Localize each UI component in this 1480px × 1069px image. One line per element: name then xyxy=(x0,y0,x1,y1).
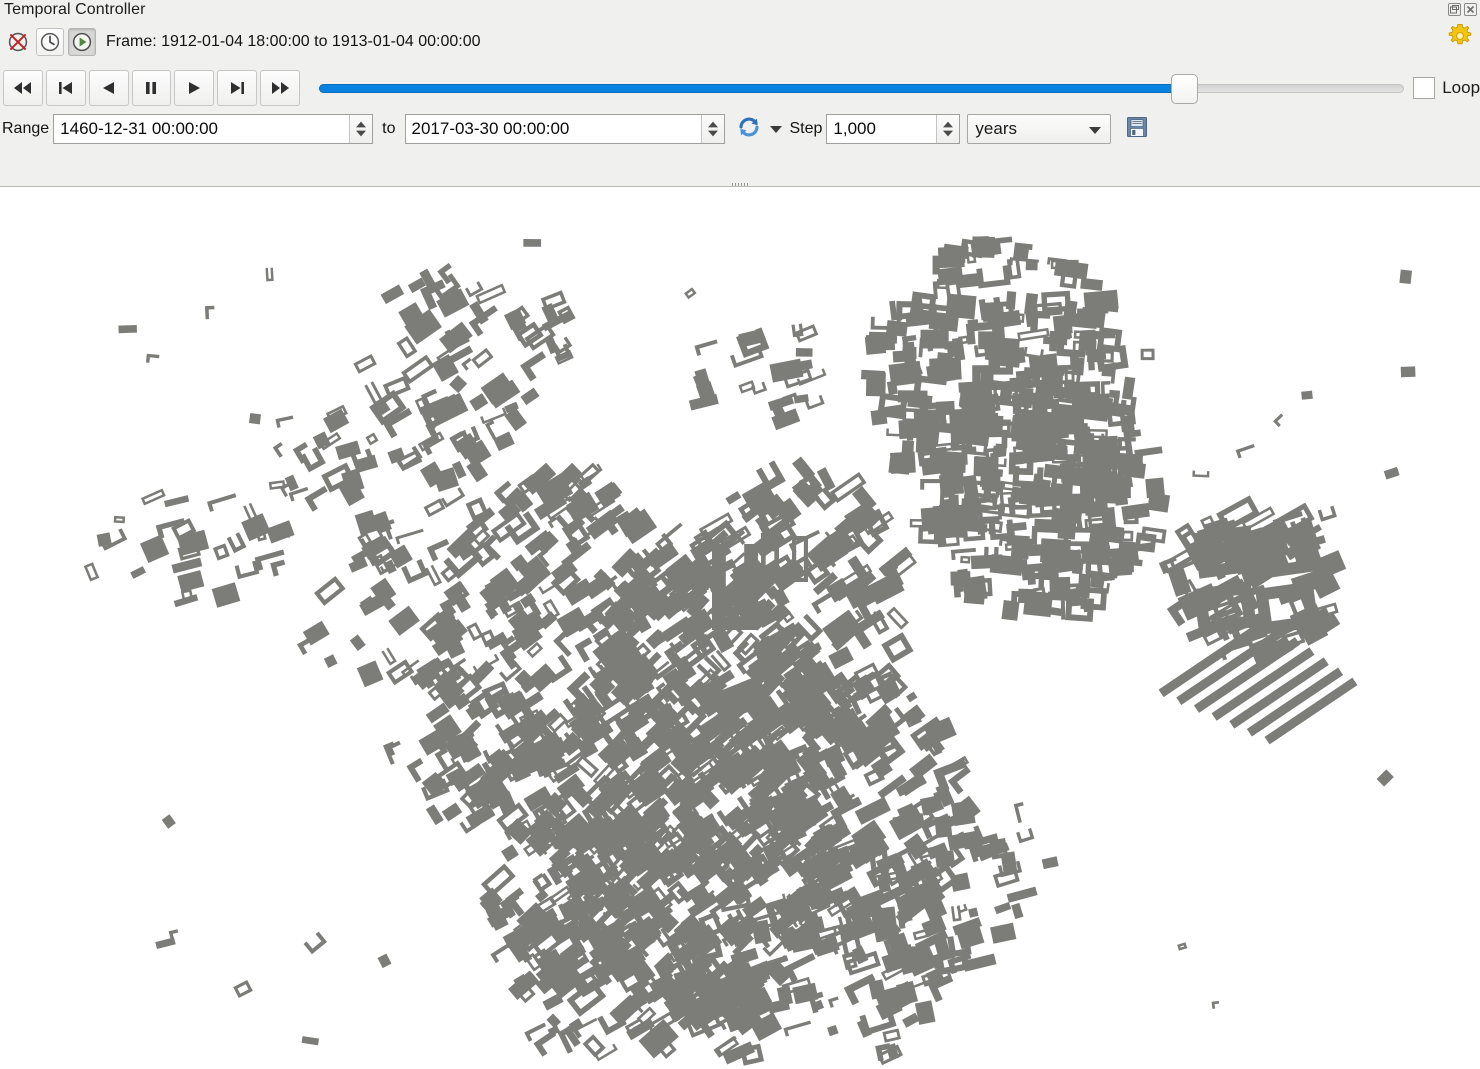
play-reverse-icon xyxy=(102,82,114,94)
step-unit-combobox[interactable]: years xyxy=(967,114,1112,144)
rewind-to-start-button[interactable] xyxy=(3,70,43,106)
loop-checkbox[interactable] xyxy=(1413,77,1436,99)
transport-row: Loop xyxy=(0,68,1480,108)
save-icon[interactable] xyxy=(1125,115,1149,143)
step-forward-icon xyxy=(231,82,245,94)
range-to-label: to xyxy=(382,120,396,137)
animated-range-button[interactable] xyxy=(68,28,96,56)
chevron-down-icon xyxy=(1089,127,1102,134)
map-canvas[interactable] xyxy=(0,187,1480,1069)
navigation-off-button[interactable] xyxy=(4,28,32,56)
time-slider-fill xyxy=(318,84,1181,93)
range-end-spinner[interactable] xyxy=(700,115,724,143)
pause-button[interactable] xyxy=(131,70,172,106)
time-slider[interactable] xyxy=(318,70,1404,106)
range-start-spinner[interactable] xyxy=(349,115,373,143)
range-row: Range 1460-12-31 00:00:00 to 2017-03-30 … xyxy=(0,112,1480,146)
skip-start-icon xyxy=(13,82,31,94)
frame-label: Frame: 1912-01-04 18:00:00 to 1913-01-04… xyxy=(106,33,481,50)
gear-icon[interactable] xyxy=(1446,22,1474,54)
play-circle-icon xyxy=(72,32,92,52)
loop-label: Loop xyxy=(1442,78,1480,97)
range-end-input[interactable]: 2017-03-30 00:00:00 xyxy=(404,114,725,144)
play-icon xyxy=(189,82,201,94)
spinner-up-icon xyxy=(356,121,367,128)
pause-icon xyxy=(146,82,157,94)
refresh-dropdown-caret[interactable] xyxy=(769,125,782,133)
step-backward-button[interactable] xyxy=(45,70,86,106)
step-label: Step xyxy=(789,120,823,137)
spinner-down-icon xyxy=(943,130,954,137)
skip-end-icon xyxy=(271,82,289,94)
close-panel-icon[interactable] xyxy=(1464,3,1477,16)
step-unit-value: years xyxy=(975,119,1017,138)
play-backward-button[interactable] xyxy=(88,70,129,106)
range-start-value: 1460-12-31 00:00:00 xyxy=(60,119,219,138)
panel-title: Temporal Controller xyxy=(4,1,146,18)
panel-title-bar: Temporal Controller xyxy=(0,0,1480,45)
range-start-input[interactable]: 1460-12-31 00:00:00 xyxy=(53,114,374,144)
fixed-range-button[interactable] xyxy=(36,28,64,56)
clock-icon xyxy=(40,32,60,52)
time-slider-handle[interactable] xyxy=(1170,74,1198,104)
fast-forward-button[interactable] xyxy=(260,70,300,106)
float-panel-icon[interactable] xyxy=(1448,3,1461,16)
temporal-mode-row: Frame: 1912-01-04 18:00:00 to 1913-01-04… xyxy=(0,26,481,58)
panel-dock-buttons xyxy=(1448,3,1477,16)
splitter-grip xyxy=(732,183,748,186)
building-footprints-layer xyxy=(83,236,1416,1066)
spinner-up-icon xyxy=(943,121,954,128)
range-label: Range xyxy=(2,120,50,137)
play-forward-button[interactable] xyxy=(174,70,215,106)
temporal-controller-window: Temporal Controller Frame: 1912-01-04 18… xyxy=(0,0,1480,1069)
step-spinner[interactable] xyxy=(936,115,960,143)
spinner-down-icon xyxy=(356,130,367,137)
temporal-controller-panel: Temporal Controller Frame: 1912-01-04 18… xyxy=(0,0,1480,187)
step-value: 1,000 xyxy=(833,119,876,138)
spinner-down-icon xyxy=(707,130,718,137)
step-forward-button[interactable] xyxy=(217,70,258,106)
range-end-value: 2017-03-30 00:00:00 xyxy=(411,119,570,138)
spinner-up-icon xyxy=(707,121,718,128)
refresh-icon[interactable] xyxy=(735,114,763,144)
step-input[interactable]: 1,000 xyxy=(826,114,961,144)
step-back-icon xyxy=(58,82,72,94)
circle-cross-icon xyxy=(8,32,28,52)
